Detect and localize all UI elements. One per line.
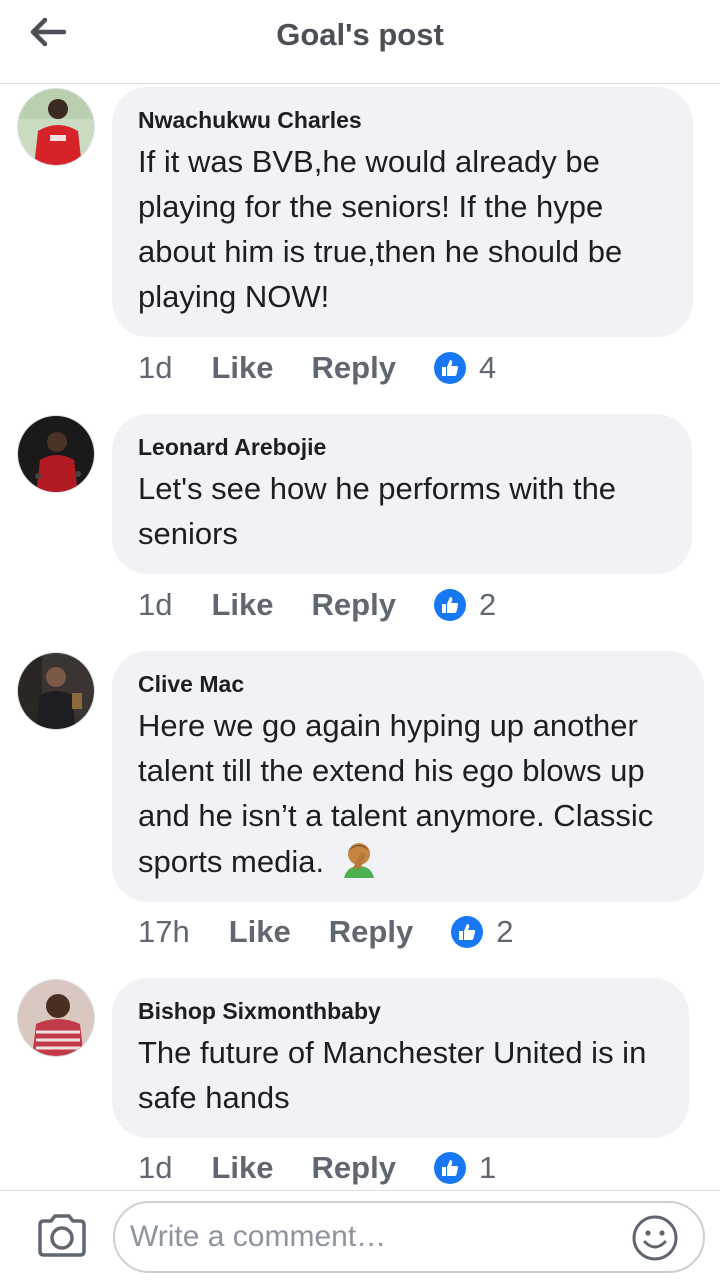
avatar-photo [18,980,94,1056]
smiley-icon [632,1215,678,1261]
comment-text: Here we go again hyping up another talen… [138,703,678,884]
comment-bubble: Bishop Sixmonthbaby The future of Manche… [112,978,689,1138]
comment-time: 1d [138,350,173,385]
camera-button[interactable] [36,1213,88,1259]
avatar-photo [18,653,94,729]
comment-actions: 1d Like Reply 2 [138,585,496,625]
avatar-photo [18,89,94,165]
comment-actions: 17h Like Reply 2 [138,912,513,952]
avatar[interactable] [17,88,95,166]
comment-text-body: Here we go again hyping up another talen… [138,708,654,879]
reply-button[interactable]: Reply [312,587,396,623]
emoji-button[interactable] [631,1214,679,1262]
avatar-photo [18,416,94,492]
comment-time: 1d [138,1150,173,1185]
reaction-count: 2 [496,914,514,949]
like-button[interactable]: Like [211,350,273,386]
comment-list: Nwachukwu Charles If it was BVB,he would… [0,85,720,1190]
comment-text: If it was BVB,he would already be playin… [138,144,623,314]
reply-button[interactable]: Reply [312,1150,396,1186]
reaction-summary[interactable]: 2 [451,914,513,950]
comment-author[interactable]: Nwachukwu Charles [138,105,667,135]
comment-actions: 1d Like Reply 4 [138,348,496,388]
reply-button[interactable]: Reply [329,914,413,950]
comment-actions: 1d Like Reply 1 [138,1148,496,1188]
comment-author[interactable]: Clive Mac [138,669,678,699]
reaction-count: 1 [478,1150,497,1185]
comment-text: The future of Manchester United is in sa… [138,1035,647,1115]
thumbs-up-icon [451,916,484,948]
comment-time: 17h [138,914,190,949]
top-bar: Goal's post [0,0,720,84]
avatar[interactable] [17,415,95,493]
like-button[interactable]: Like [211,1150,273,1186]
reaction-summary[interactable]: 2 [433,587,497,623]
avatar[interactable] [17,652,95,730]
comment-bubble: Clive Mac Here we go again hyping up ano… [112,651,704,902]
comment-bubble: Nwachukwu Charles If it was BVB,he would… [112,87,693,337]
reaction-summary[interactable]: 4 [433,350,497,386]
avatar[interactable] [17,979,95,1057]
facepalm-emoji [343,843,374,878]
camera-icon [38,1214,86,1257]
comment-composer [0,1190,720,1280]
comment-bubble: Leonard Arebojie Let's see how he perfor… [112,414,692,574]
reaction-summary[interactable]: 1 [433,1150,497,1186]
comment-author[interactable]: Bishop Sixmonthbaby [138,996,663,1026]
like-button[interactable]: Like [211,587,273,623]
thumbs-up-icon [433,1152,466,1184]
comment-text: Let's see how he performs with the senio… [138,471,617,551]
comment-input[interactable] [113,1201,705,1273]
comment-time: 1d [138,587,173,622]
thumbs-up-icon [433,589,466,621]
reaction-count: 4 [478,350,497,385]
thumbs-up-icon [433,352,466,384]
like-button[interactable]: Like [229,914,291,950]
reply-button[interactable]: Reply [312,350,396,386]
comment-author[interactable]: Leonard Arebojie [138,432,666,462]
page-title: Goal's post [276,17,444,52]
reaction-count: 2 [478,587,497,622]
